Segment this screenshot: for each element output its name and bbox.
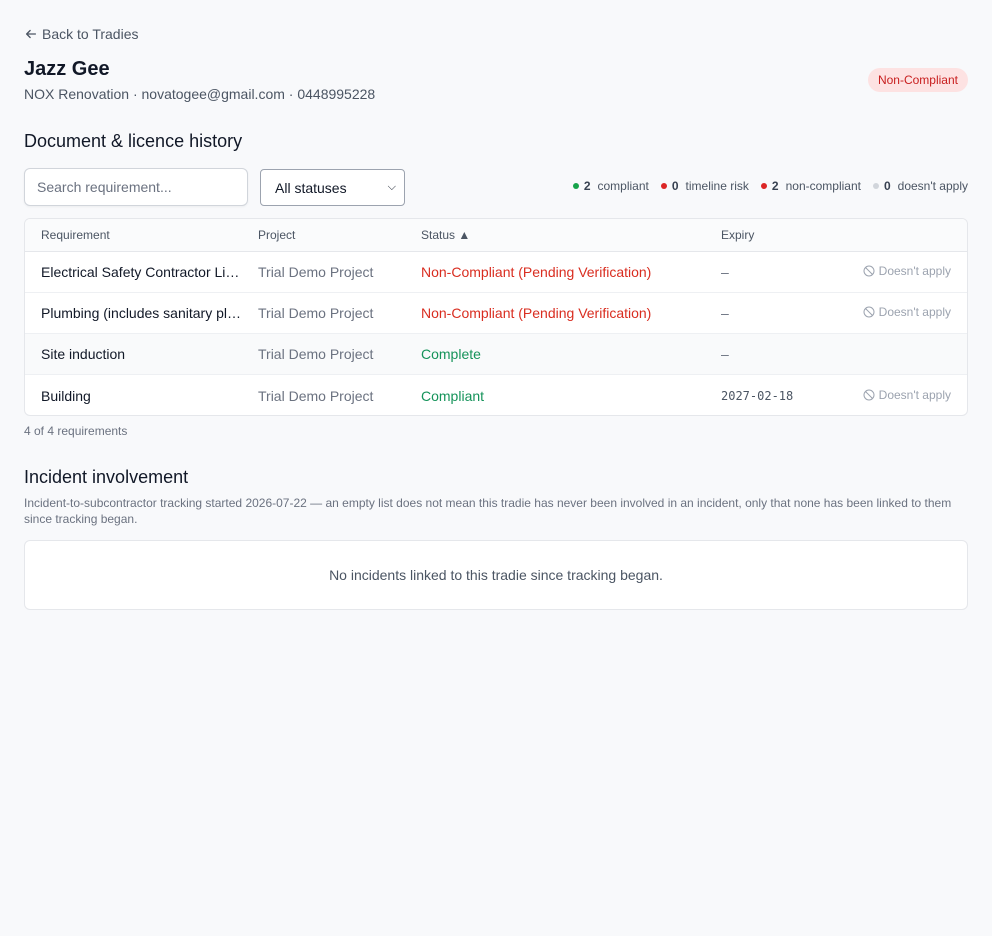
incidents-empty-state: No incidents linked to this tradie since… (24, 540, 968, 610)
requirement-name: Electrical Safety Contractor Licence (41, 264, 246, 280)
legend-non-compliant: 2 non-compliant (760, 179, 861, 193)
document-history-title: Document & licence history (24, 131, 243, 151)
empty-state-text: No incidents linked to this tradie since… (329, 567, 663, 583)
status-text: Non-Compliant (Pending Verification) (421, 305, 652, 321)
expiry-date: 2027-02-18 (721, 388, 794, 403)
doesnt-apply-button[interactable]: Doesn't apply (863, 264, 951, 278)
legend-label: doesn't apply (897, 179, 968, 193)
expiry-date: – (721, 346, 729, 362)
green-dot-icon (572, 183, 579, 189)
status-text: Complete (421, 346, 481, 362)
status-text: Compliant (421, 387, 485, 404)
red-dot-icon (760, 183, 767, 189)
column-header-project[interactable]: Project (258, 228, 421, 242)
legend-doesnt-apply: 0 doesn't apply (872, 179, 968, 193)
prohibited-icon (863, 389, 875, 400)
prohibited-icon (863, 265, 875, 277)
legend-compliant: 2 compliant (572, 179, 649, 193)
column-header-requirement[interactable]: Requirement (25, 228, 258, 242)
legend-count: 0 (671, 179, 679, 193)
legend-label: compliant (597, 179, 649, 193)
arrow-left-icon (25, 29, 37, 39)
status-text: Non-Compliant (Pending Verification) (421, 264, 652, 280)
legend-count: 2 (583, 179, 591, 193)
status-filter-select[interactable]: All statuses ⌵ (260, 169, 405, 206)
doesnt-apply-button[interactable]: Doesn't apply (863, 305, 951, 319)
status-filter-value: All statuses (275, 179, 347, 196)
gray-dot-icon (872, 183, 879, 189)
legend-label: timeline risk (685, 179, 749, 193)
expiry-date: – (721, 305, 729, 321)
prohibited-icon (863, 306, 875, 318)
legend-count: 0 (883, 179, 891, 193)
legend-timeline-risk: 0 timeline risk (660, 179, 749, 193)
doesnt-apply-label: Doesn't apply (878, 305, 951, 319)
chevron-down-icon: ⌵ (387, 181, 396, 193)
column-header-expiry[interactable]: Expiry (721, 228, 831, 242)
requirements-count: 4 of 4 requirements (24, 424, 128, 438)
back-to-tradies-link[interactable]: Back to Tradies (24, 26, 139, 42)
red-dot-icon (660, 183, 667, 189)
back-link-label: Back to Tradies (42, 26, 139, 42)
project-name: Trial Demo Project (258, 387, 374, 404)
incident-involvement-title: Incident involvement (24, 467, 189, 487)
table-header: Requirement Project Status ▲ Expiry (25, 219, 967, 252)
compliance-status-badge: Non-Compliant (867, 68, 968, 92)
doesnt-apply-button[interactable]: Doesn't apply (863, 388, 951, 402)
requirement-name: Site induction (41, 346, 126, 362)
tradie-name: Jazz Gee (24, 58, 110, 80)
column-header-status[interactable]: Status ▲ (421, 228, 721, 242)
status-legend: 2 compliant 0 timeline risk 2 non-compli… (572, 179, 968, 193)
search-requirement-input[interactable] (24, 168, 248, 206)
requirements-table: Requirement Project Status ▲ Expiry Elec… (24, 218, 968, 416)
doesnt-apply-label: Doesn't apply (878, 264, 951, 278)
project-name: Trial Demo Project (258, 346, 374, 362)
requirement-name: Building (41, 387, 91, 404)
expiry-date: – (721, 264, 729, 280)
requirement-name: Plumbing (includes sanitary plumbing) (41, 305, 246, 321)
tradie-contact-info: NOX Renovation · novatogee@gmail.com · 0… (24, 86, 376, 102)
project-name: Trial Demo Project (258, 264, 374, 280)
incident-tracking-note: Incident-to-subcontractor tracking start… (24, 496, 952, 526)
project-name: Trial Demo Project (258, 305, 374, 321)
doesnt-apply-label: Doesn't apply (878, 387, 951, 402)
table-row[interactable]: Electrical Safety Contractor Licence Tri… (25, 252, 967, 293)
table-row[interactable]: Plumbing (includes sanitary plumbing) Tr… (25, 293, 967, 334)
table-row[interactable]: Site induction Trial Demo Project Comple… (25, 334, 967, 375)
legend-label: non-compliant (785, 179, 861, 193)
legend-count: 2 (771, 179, 779, 193)
table-row[interactable]: Building Trial Demo Project Compliant 20… (25, 375, 967, 415)
